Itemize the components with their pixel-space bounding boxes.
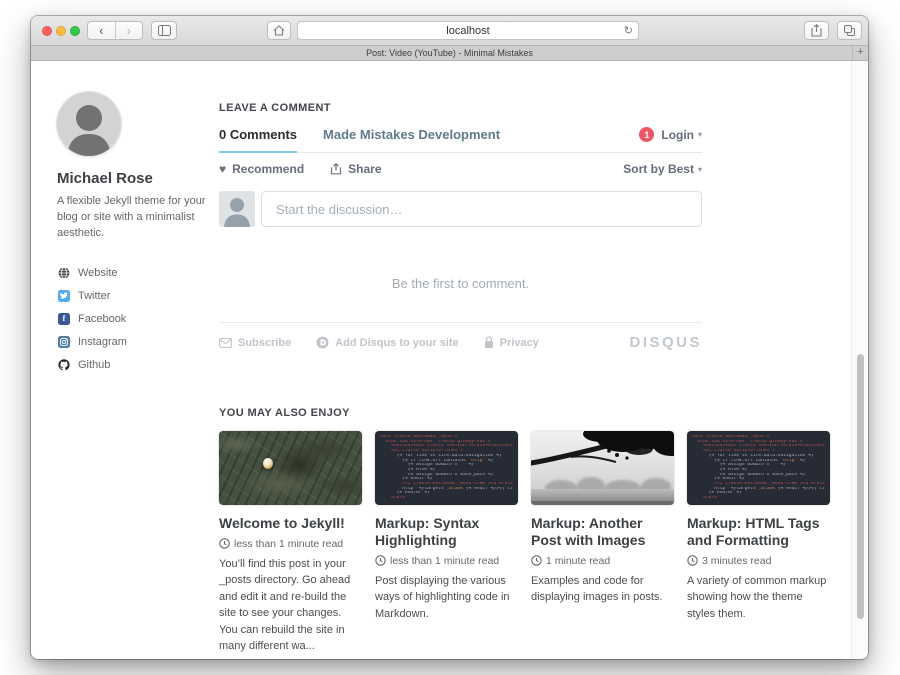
sidebar-link-github[interactable]: Github <box>57 358 209 372</box>
home-button[interactable] <box>267 21 291 40</box>
facebook-icon: f <box>57 312 71 325</box>
show-tabs-button[interactable] <box>837 21 862 40</box>
new-tab-button[interactable]: + <box>852 46 868 60</box>
disqus-logo[interactable]: DISQUS <box>629 334 702 351</box>
envelope-icon <box>219 338 232 348</box>
read-time-row: 3 minutes read <box>687 555 830 567</box>
foggy-trees-photo-thumbnail <box>531 431 674 505</box>
active-tab-title[interactable]: Post: Video (YouTube) - Minimal Mistakes <box>366 48 533 58</box>
card-title[interactable]: Markup: Another Post with Images <box>531 515 674 549</box>
clock-icon <box>687 555 698 566</box>
related-card-images[interactable]: Markup: Another Post with Images 1 minut… <box>531 431 674 655</box>
lock-icon <box>484 336 494 349</box>
author-name: Michael Rose <box>57 170 209 187</box>
read-time-row: less than 1 minute read <box>219 538 362 550</box>
address-bar[interactable]: localhost ↻ <box>297 21 639 40</box>
scrollbar-track[interactable] <box>851 61 868 658</box>
login-label: Login <box>661 128 694 142</box>
related-posts-row: Welcome to Jekyll! less than 1 minute re… <box>219 431 835 655</box>
login-control[interactable]: 1 Login ▾ <box>639 127 702 142</box>
heart-icon: ♥ <box>219 163 226 175</box>
card-excerpt: Examples and code for displaying images … <box>531 573 674 606</box>
person-silhouette-icon <box>57 92 121 156</box>
nav-buttons: ‹ › <box>87 21 143 40</box>
page-content: Michael Rose A flexible Jekyll theme for… <box>31 61 868 658</box>
person-silhouette-icon <box>219 191 255 227</box>
share-arrow-icon <box>330 163 342 175</box>
github-icon <box>57 358 71 371</box>
sidebar-icon <box>158 25 171 36</box>
privacy-link[interactable]: Privacy <box>484 336 539 349</box>
water-droplet <box>263 458 273 469</box>
sidebar-link-website[interactable]: Website <box>57 266 209 280</box>
sidebar-link-instagram[interactable]: Instagram <box>57 335 209 349</box>
reload-button[interactable]: ↻ <box>624 24 633 37</box>
twitter-icon <box>57 289 71 302</box>
disqus-tabs-row: 0 Comments Made Mistakes Development 1 L… <box>219 127 702 153</box>
forward-button[interactable]: › <box>116 22 143 39</box>
card-title[interactable]: Markup: HTML Tags and Formatting <box>687 515 830 549</box>
disqus-d-icon <box>316 336 329 349</box>
share-icon <box>811 24 822 37</box>
share-button[interactable] <box>804 21 829 40</box>
author-bio: A flexible Jekyll theme for your blog or… <box>57 194 209 242</box>
zoom-window-button[interactable] <box>70 26 80 36</box>
related-card-html-tags[interactable]: <div class="masthead__menu"> <nav id="si… <box>687 431 830 655</box>
related-card-syntax[interactable]: <div class="masthead__menu"> <nav id="si… <box>375 431 518 655</box>
avatar <box>57 92 121 156</box>
sidebar-toggle-button[interactable] <box>151 21 177 40</box>
card-title[interactable]: Markup: Syntax Highlighting <box>375 515 518 549</box>
recommend-button[interactable]: ♥ Recommend <box>219 162 304 176</box>
tab-comment-count[interactable]: 0 Comments <box>219 127 297 153</box>
tab-bar: Post: Video (YouTube) - Minimal Mistakes… <box>31 46 868 61</box>
read-time-row: 1 minute read <box>531 555 674 567</box>
foggy-landscape-image <box>531 431 674 505</box>
tabs-icon <box>844 25 855 36</box>
card-title[interactable]: Welcome to Jekyll! <box>219 515 362 532</box>
main-column: LEAVE A COMMENT 0 Comments Made Mistakes… <box>219 61 835 655</box>
sidebar-link-facebook[interactable]: f Facebook <box>57 312 209 326</box>
leave-comment-heading: LEAVE A COMMENT <box>219 102 702 114</box>
url-text: localhost <box>298 25 638 37</box>
browser-window: ‹ › localhost ↻ <box>31 16 868 659</box>
code-screenshot-thumbnail: <div class="masthead__menu"> <nav id="si… <box>375 431 518 505</box>
scrollbar-thumb[interactable] <box>857 354 864 619</box>
add-disqus-link[interactable]: Add Disqus to your site <box>316 336 458 349</box>
disqus-section: LEAVE A COMMENT 0 Comments Made Mistakes… <box>219 102 702 351</box>
chevron-down-icon: ▾ <box>698 130 702 139</box>
share-thread-button[interactable]: Share <box>330 162 381 176</box>
back-button[interactable]: ‹ <box>88 22 116 39</box>
browser-toolbar: ‹ › localhost ↻ <box>31 16 868 46</box>
card-excerpt: Post displaying the various ways of high… <box>375 573 518 623</box>
sidebar-link-twitter[interactable]: Twitter <box>57 289 209 303</box>
comment-composer <box>219 191 702 227</box>
card-excerpt: You’ll find this post in your _posts dir… <box>219 556 362 655</box>
notification-badge: 1 <box>639 127 654 142</box>
sort-by-dropdown[interactable]: Sort by Best ▾ <box>623 162 702 176</box>
instagram-icon <box>57 335 71 348</box>
close-window-button[interactable] <box>42 26 52 36</box>
commenter-avatar <box>219 191 255 227</box>
disqus-actions-row: ♥ Recommend Share Sort by Best ▾ <box>219 162 702 176</box>
home-icon <box>273 25 285 36</box>
chevron-down-icon: ▾ <box>698 165 702 174</box>
clock-icon <box>375 555 386 566</box>
card-excerpt: A variety of common markup showing how t… <box>687 573 830 623</box>
author-links: Website Twitter f Facebook <box>57 266 209 372</box>
author-sidebar: Michael Rose A flexible Jekyll theme for… <box>57 92 209 381</box>
dewdrop-photo-thumbnail <box>219 431 362 505</box>
comment-input[interactable] <box>261 191 702 227</box>
subscribe-link[interactable]: Subscribe <box>219 337 291 349</box>
minimize-window-button[interactable] <box>56 26 66 36</box>
clock-icon <box>531 555 542 566</box>
code-screenshot-thumbnail: <div class="masthead__menu"> <nav id="si… <box>687 431 830 505</box>
related-card-welcome[interactable]: Welcome to Jekyll! less than 1 minute re… <box>219 431 362 655</box>
read-time-row: less than 1 minute read <box>375 555 518 567</box>
globe-icon <box>57 266 71 279</box>
related-posts-heading: YOU MAY ALSO ENJOY <box>219 407 835 419</box>
tab-forum-name[interactable]: Made Mistakes Development <box>323 127 500 142</box>
clock-icon <box>219 538 230 549</box>
empty-comments-message: Be the first to comment. <box>219 276 702 291</box>
disqus-footer: Subscribe Add Disqus to your site <box>219 322 702 351</box>
